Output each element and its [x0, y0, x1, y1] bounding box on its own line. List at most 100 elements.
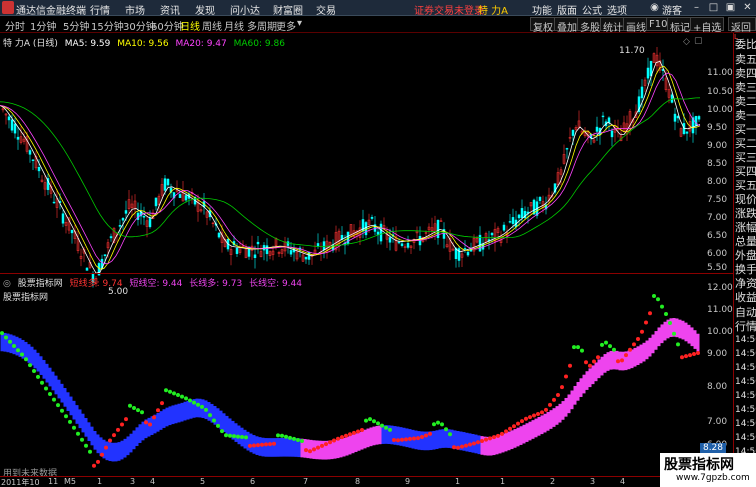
short-ribbon-dot	[152, 415, 156, 420]
tab-monthly[interactable]: 月线	[224, 18, 244, 33]
short-ribbon-dot	[496, 433, 500, 438]
settings-diamond-icon[interactable]: ◇	[683, 37, 690, 47]
indicator-tick: 9.00	[707, 349, 728, 359]
close-icon[interactable]: ✕	[741, 1, 754, 14]
candle-body	[502, 224, 506, 231]
short-ribbon-dot	[460, 444, 464, 449]
short-ribbon-dot	[692, 352, 696, 357]
long-long-legend: 长线多: 9.73	[189, 279, 243, 289]
menu-item-market[interactable]: 行情	[90, 2, 110, 17]
candle-body	[142, 215, 146, 218]
short-ribbon-dot	[400, 437, 404, 442]
short-ribbon-dot	[648, 311, 652, 316]
short-ribbon-dot	[620, 358, 624, 363]
price-tick: 8.50	[707, 159, 728, 169]
short-ribbon-dot	[64, 414, 68, 419]
short-ribbon-dot	[204, 407, 208, 412]
minimize-icon[interactable]: –	[690, 1, 703, 14]
menu-item-exchange[interactable]: 市场	[125, 2, 145, 17]
tab-5min[interactable]: 5分钟	[63, 18, 89, 33]
indicator-tick: 8.00	[707, 382, 728, 392]
menu-item-formula[interactable]: 公式	[582, 2, 602, 17]
menu-item-functions[interactable]: 功能	[532, 2, 552, 17]
candle-body	[670, 94, 674, 103]
user-icon[interactable]: ◉	[648, 1, 661, 14]
candle-body	[31, 159, 35, 161]
short-ribbon-dot	[92, 463, 96, 468]
tab-daily[interactable]: 日线	[180, 18, 200, 33]
guest-label[interactable]: 游客	[662, 2, 682, 17]
short-ribbon-dot	[512, 424, 516, 429]
indicator-name: 股票指标网	[17, 279, 63, 289]
short-ribbon-dot	[272, 441, 276, 446]
short-ribbon-dot	[664, 312, 668, 317]
tick-time: 14:50	[735, 391, 756, 401]
short-ribbon-dot	[376, 421, 380, 426]
indicator-tick: 11.00	[707, 305, 733, 315]
short-ribbon-dot	[244, 435, 248, 440]
market-label[interactable]: 行情	[735, 318, 756, 334]
tab-intraday[interactable]: 分时	[5, 18, 25, 33]
date-tick: 6	[250, 477, 256, 486]
short-ribbon-dot	[636, 337, 640, 342]
indicator-settings-icon[interactable]: ◎	[3, 279, 11, 289]
short-ribbon-dot	[160, 401, 164, 406]
short-ribbon-dot	[232, 434, 236, 439]
quote-panel: L 委比 卖五 卖四 卖三 卖二 卖一 买一 买二 买三 买四 买五 现价 涨跌…	[733, 33, 756, 487]
short-ribbon-dot	[56, 403, 60, 408]
menu-item-wealth[interactable]: 财富圈	[273, 2, 303, 17]
short-ribbon-dot	[412, 436, 416, 441]
short-ribbon-dot	[500, 431, 504, 436]
kline-chart[interactable]	[0, 33, 733, 476]
short-ribbon-dot	[192, 400, 196, 405]
menu-item-assistant[interactable]: 问小达	[230, 2, 260, 17]
pane-toggle-icon[interactable]: ▢	[694, 36, 703, 46]
short-ribbon-dot	[616, 359, 620, 364]
candle-body	[163, 178, 167, 191]
date-tick: 1	[455, 477, 461, 486]
tab-multi-period[interactable]: 多周期	[247, 18, 277, 33]
candle-body	[490, 232, 494, 236]
menu-item-options[interactable]: 选项	[607, 2, 627, 17]
chevron-down-icon[interactable]: ▾	[297, 18, 302, 29]
menu-item-discover[interactable]: 发现	[195, 2, 215, 17]
login-warning[interactable]: 证券交易未登录	[414, 2, 484, 17]
short-ribbon-dot	[580, 348, 584, 353]
pane-divider[interactable]	[0, 273, 733, 274]
add-watchlist-button[interactable]: +自选	[690, 17, 725, 34]
adjust-button[interactable]: 复权	[530, 17, 556, 34]
candle-body	[406, 242, 410, 248]
tab-weekly[interactable]: 周线	[202, 18, 222, 33]
short-ribbon-dot	[216, 423, 220, 428]
short-empty-legend: 短线空: 9.44	[129, 279, 183, 289]
candle-body	[16, 136, 20, 140]
tab-1min[interactable]: 1分钟	[30, 18, 56, 33]
candle-body	[595, 126, 599, 132]
short-ribbon-dot	[176, 392, 180, 397]
tab-60min[interactable]: 60分钟	[151, 18, 184, 33]
short-ribbon-dot	[280, 433, 284, 438]
short-ribbon-dot	[220, 429, 224, 434]
short-ribbon-dot	[292, 436, 296, 441]
short-ribbon-dot	[644, 320, 648, 325]
menu-item-layout[interactable]: 版面	[557, 2, 577, 17]
short-ribbon-dot	[556, 392, 560, 397]
short-ribbon-dot	[348, 432, 352, 437]
candle-body	[184, 195, 188, 201]
back-button[interactable]: 返回	[728, 17, 756, 34]
short-ribbon-dot	[180, 394, 184, 399]
menu-item-trade[interactable]: 交易	[316, 2, 336, 17]
short-ribbon-dot	[0, 331, 4, 336]
candle-body	[10, 119, 14, 131]
short-ribbon-dot	[316, 445, 320, 450]
watermark-badge: 股票指标网 www.7gpzb.com	[660, 453, 756, 487]
maximize-icon[interactable]: □	[707, 1, 720, 14]
restore-icon[interactable]: ▣	[724, 1, 737, 14]
tab-more[interactable]: 更多	[276, 18, 296, 33]
candle-body	[364, 222, 368, 236]
tab-15min[interactable]: 15分钟	[91, 18, 124, 33]
short-ribbon-dot	[48, 392, 52, 397]
short-ribbon-dot	[396, 438, 400, 443]
short-ribbon-dot	[368, 417, 372, 422]
menu-item-news[interactable]: 资讯	[160, 2, 180, 17]
